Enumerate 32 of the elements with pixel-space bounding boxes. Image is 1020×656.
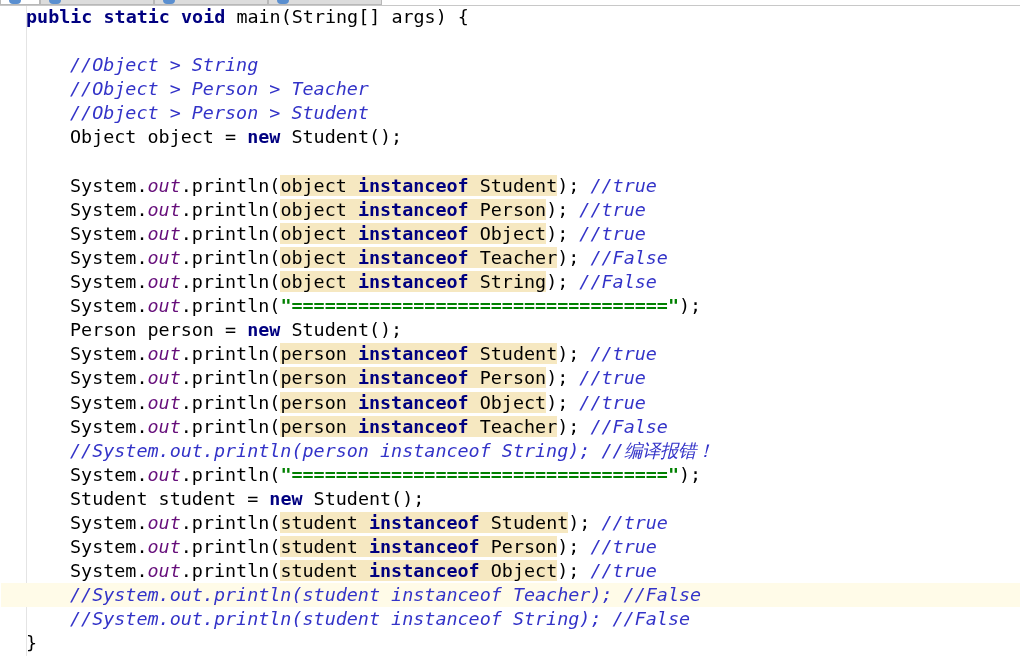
code-line: System.out.println(student instanceof Object); //true (69, 559, 658, 584)
code-line: public static void main(String[] args) { (25, 5, 470, 29)
code-line: System.out.println("=================================="); (69, 462, 703, 487)
file-icon (163, 0, 175, 4)
code-line: Person person = new Student(); (69, 318, 404, 343)
code-line: System.out.println(person instanceof Student); //true (69, 342, 658, 367)
code-line: System.out.println(object instanceof Teacher); //False (69, 245, 669, 270)
code-line: //System.out.println(student instanceof String); //False (69, 607, 692, 632)
file-icon (9, 0, 21, 4)
code-line: System.out.println("=================================="); (69, 294, 703, 319)
code-line: System.out.println(student instanceof Student); //true (69, 510, 669, 535)
editor-tab[interactable] (40, 0, 154, 5)
code-line: System.out.println(person instanceof Person); //true (69, 366, 647, 391)
code-line: //System.out.println(person instanceof String); //编译报错！ (69, 438, 715, 463)
editor-tab[interactable] (0, 0, 40, 5)
code-line: System.out.println(object instanceof Object); //true (69, 221, 647, 246)
code-line: System.out.println(student instanceof Person); //true (69, 535, 658, 560)
code-line: Student student = new Student(); (69, 486, 426, 511)
editor-tab[interactable] (154, 0, 268, 5)
code-line: Object object = new Student(); (69, 125, 404, 150)
code-line: System.out.println(object instanceof Student); //true (69, 173, 658, 198)
code-line: //Object > Person > Teacher (69, 77, 370, 102)
editor-tab[interactable] (268, 0, 382, 5)
file-icon (49, 0, 61, 4)
code-line: System.out.println(object instanceof Person); //true (69, 197, 647, 222)
code-line: } (25, 631, 39, 656)
code-line: System.out.println(object instanceof String); //False (69, 270, 658, 295)
code-line: //Object > String (69, 53, 260, 78)
code-line: System.out.println(person instanceof Teacher); //False (69, 414, 669, 439)
code-line: //Object > Person > Student (69, 101, 370, 126)
file-icon (277, 0, 289, 4)
code-line: System.out.println(person instanceof Object); //true (69, 390, 647, 415)
